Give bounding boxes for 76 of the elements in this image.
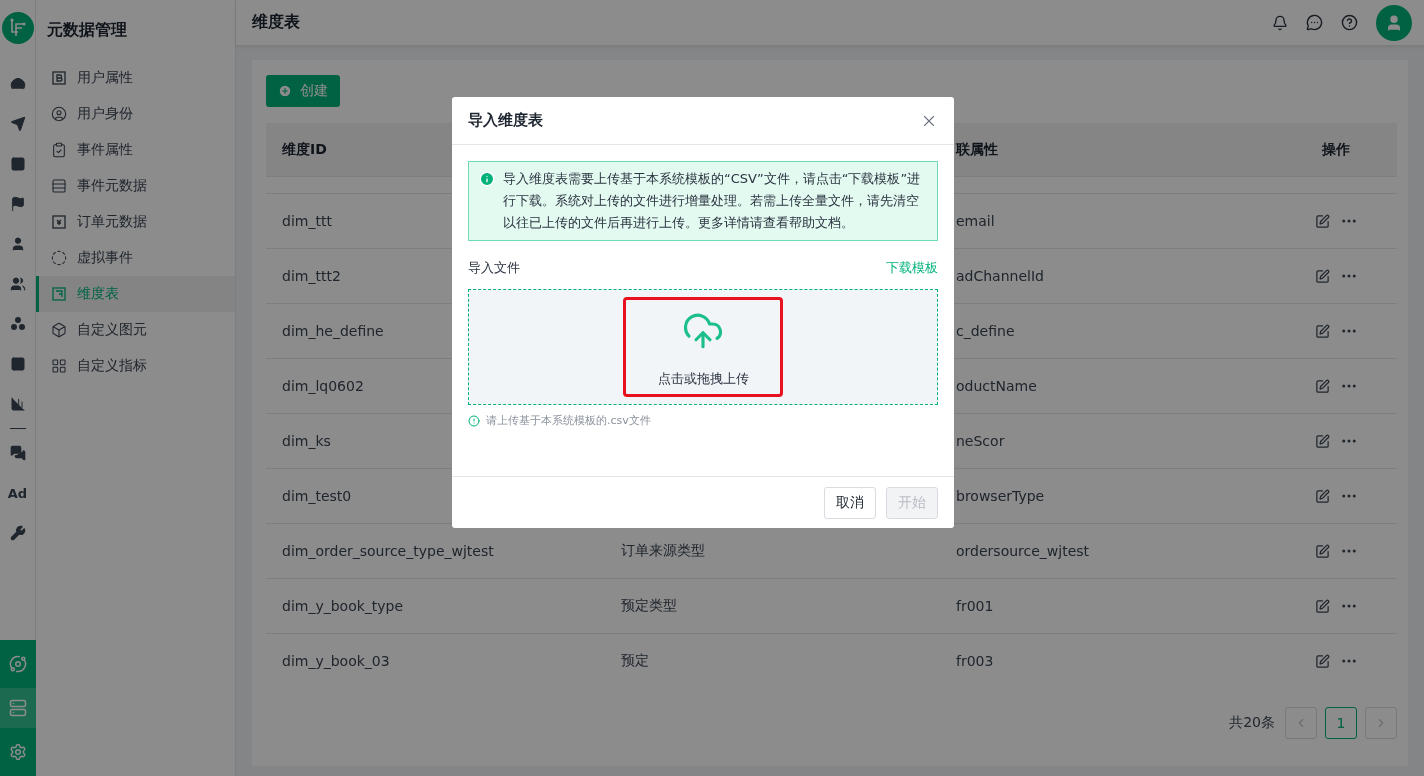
column-header: 联属性 [956, 140, 998, 159]
sidebar-item[interactable]: 自定义图元 [36, 312, 235, 348]
table-cell: adChannelId [956, 268, 1044, 284]
column-header: 维度ID [282, 140, 327, 159]
sidebar-item[interactable]: 事件元数据 [36, 168, 235, 204]
table-cell: dim_test0 [282, 488, 352, 504]
plus-icon [278, 84, 292, 98]
sidebar-item[interactable]: 自定义指标 [36, 348, 235, 384]
table-cell: dim_lq0602 [282, 378, 364, 394]
wrench-icon[interactable] [9, 525, 26, 541]
alert-text: 导入维度表需要上传基于本系统模板的“CSV”文件，请点击“下载模板”进行下载。系统对上传的文件进行增量处理。若需上传全量文件，请先清空以往已上传的文件后再进行上传。更多详情请查看帮助文档。 [503, 170, 922, 232]
table-cell: 订单来源类型 [621, 542, 705, 560]
table-cell: email [956, 213, 995, 229]
server-icon [8, 699, 27, 717]
edit-icon[interactable] [1314, 268, 1330, 284]
rows-icon [51, 178, 67, 194]
alert-icon [468, 414, 480, 427]
grid-icon [51, 358, 67, 374]
sidebar-item[interactable]: 事件属性 [36, 132, 235, 168]
edit-icon[interactable] [1314, 598, 1330, 614]
user-icon [1385, 13, 1403, 32]
send-icon[interactable] [9, 116, 26, 132]
table-cell: ordersource_wjtest [956, 543, 1090, 559]
table-cell: 预定 [621, 652, 649, 670]
table-cell: dim_he_define [282, 323, 384, 339]
table-cell: c_define [956, 323, 1015, 339]
clipboard-icon [51, 142, 67, 158]
upload-dropzone[interactable]: 点击或拖拽上传 [468, 289, 938, 405]
dialog-title: 导入维度表 [468, 111, 543, 130]
table-cell: dim_y_book_type [282, 598, 404, 614]
box-icon [51, 322, 67, 338]
edit-icon[interactable] [1314, 488, 1330, 504]
table-cell: dim_ttt [282, 213, 332, 229]
sidebar-title: 元数据管理 [46, 18, 128, 41]
letter-b-icon [51, 70, 67, 86]
info-icon [479, 171, 495, 187]
upload-button[interactable]: 点击或拖拽上传 [623, 297, 783, 397]
message-icon[interactable] [1306, 14, 1323, 31]
table-cell: dim_y_book_03 [282, 653, 390, 669]
ad-text[interactable]: Ad [7, 473, 28, 513]
bell-icon[interactable] [1272, 14, 1288, 31]
help-icon[interactable] [1341, 14, 1358, 31]
users-icon[interactable] [9, 276, 26, 292]
chat-icon[interactable] [9, 445, 26, 461]
table-cell: browserType [956, 488, 1045, 504]
cluster-icon[interactable] [9, 316, 26, 332]
dialog-button[interactable]: 取消 [824, 486, 876, 519]
edit-icon[interactable] [1314, 323, 1330, 339]
orbit-icon [8, 655, 27, 673]
edit-icon[interactable] [1314, 653, 1330, 669]
table-cell: dim_ttt2 [282, 268, 341, 284]
edit-icon[interactable] [1314, 433, 1330, 449]
sidebar-item[interactable]: 用户属性 [36, 60, 235, 96]
field-label: 导入文件 [468, 259, 520, 277]
table-cell: fr003 [956, 653, 994, 669]
table-cell: oductName [956, 378, 1037, 394]
edit-icon[interactable] [1314, 543, 1330, 559]
sidebar-item[interactable]: 虚拟事件 [36, 240, 235, 276]
dashed-circle-icon [51, 250, 67, 266]
page-title: 维度表 [252, 12, 300, 33]
table-cell: dim_ks [282, 433, 331, 449]
sidebar-item[interactable]: 订单元数据 [36, 204, 235, 240]
table-cell: dim_order_source_type_wjtest [282, 543, 494, 559]
table-cell: neScor [956, 433, 1005, 449]
column-header: 操作 [1322, 140, 1350, 159]
hint-text: 请上传基于本系统模板的.csv文件 [486, 413, 651, 428]
download-template-link[interactable]: 下载模板 [886, 259, 938, 277]
edit-icon[interactable] [1314, 378, 1330, 394]
edit-icon[interactable] [1314, 213, 1330, 229]
table-cell: 预定类型 [621, 597, 677, 615]
user-circle-icon [51, 106, 67, 122]
flag-icon[interactable] [9, 196, 26, 212]
table-cell: fr001 [956, 598, 994, 614]
total-count: 共20条 [1229, 714, 1275, 732]
sidebar-item[interactable]: 用户身份 [36, 96, 235, 132]
settings-icon [8, 743, 27, 761]
